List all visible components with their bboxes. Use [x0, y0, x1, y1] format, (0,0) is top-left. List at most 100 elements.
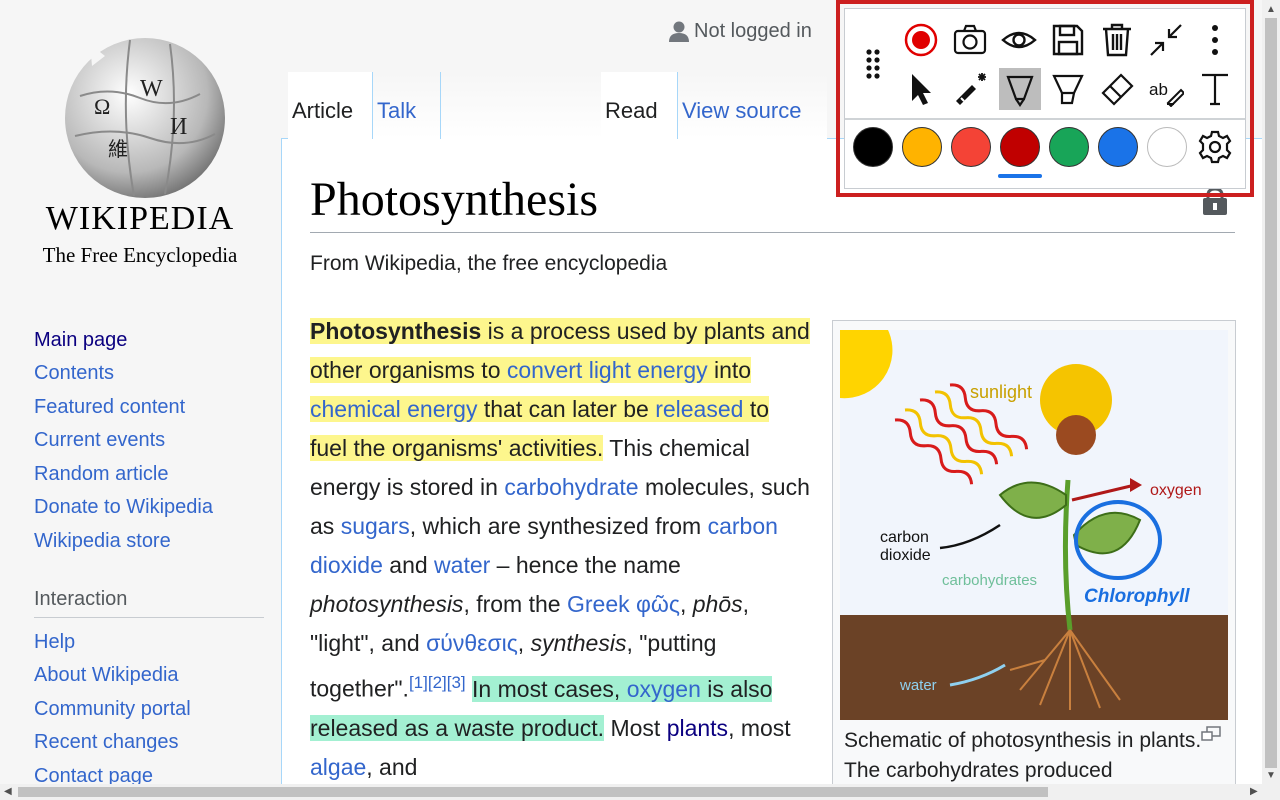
link-released[interactable]: released — [655, 396, 743, 422]
nav-main-page[interactable]: Main page — [34, 329, 127, 352]
enlarge-icon[interactable] — [1200, 726, 1222, 742]
link-convert[interactable]: convert — [507, 357, 582, 383]
link-carbohydrate[interactable]: carbohydrate — [504, 474, 638, 500]
color-swatch-blue[interactable] — [1098, 127, 1138, 167]
vertical-scroll-thumb[interactable] — [1265, 18, 1277, 768]
collapse-icon[interactable] — [1146, 20, 1186, 60]
scroll-right-arrow-icon[interactable]: ▶ — [1250, 786, 1258, 797]
page-title: Photosynthesis — [310, 173, 599, 226]
more-vertical-icon[interactable] — [1195, 20, 1235, 60]
link-light-energy[interactable]: light energy — [589, 357, 708, 383]
wordmark: WIKIPEDIA — [45, 200, 235, 237]
photosynthesis-diagram[interactable]: sunlight oxygen carbon dioxide carbohydr… — [840, 330, 1228, 720]
nav-contents[interactable]: Contents — [34, 362, 114, 385]
text: , from the — [463, 591, 567, 617]
color-swatch-black[interactable] — [853, 127, 893, 167]
text: Most — [604, 714, 667, 741]
text: that can later be — [477, 396, 656, 422]
italic-term: synthesis — [530, 630, 627, 656]
wikipedia-logo[interactable]: Ω W И 維 — [30, 26, 245, 276]
laser-pointer-icon[interactable] — [950, 69, 990, 109]
nav-community-portal[interactable]: Community portal — [34, 698, 191, 721]
highlighter-icon[interactable] — [1048, 69, 1088, 109]
reference-links[interactable]: [1][2][3] — [409, 673, 466, 692]
nav-donate[interactable]: Donate to Wikipedia — [34, 496, 213, 519]
tab-read[interactable]: Read — [601, 72, 677, 139]
text: , most — [728, 714, 791, 741]
tab-talk[interactable]: Talk — [372, 72, 440, 139]
toolbar-divider — [845, 118, 1245, 120]
label-dioxide: dioxide — [880, 547, 931, 564]
label-carbohydrates: carbohydrates — [942, 572, 1037, 589]
color-swatch-white[interactable] — [1147, 127, 1187, 167]
selected-color-indicator — [998, 174, 1042, 178]
toolbar-highlight-frame — [836, 0, 1254, 197]
pen-icon[interactable] — [1000, 69, 1040, 109]
text: , which are synthesized from — [409, 513, 708, 539]
nav-random-article[interactable]: Random article — [34, 463, 169, 486]
scroll-down-arrow-icon[interactable]: ▼ — [1266, 770, 1276, 781]
color-swatch-amber[interactable] — [902, 127, 942, 167]
link-greek[interactable]: Greek — [567, 591, 630, 617]
nav-recent-changes[interactable]: Recent changes — [34, 731, 179, 754]
text-highlight-label: ab — [1149, 80, 1168, 99]
scroll-left-arrow-icon[interactable]: ◀ — [4, 786, 12, 797]
label-sunlight: sunlight — [970, 382, 1032, 402]
italic-term: photosynthesis — [310, 591, 464, 617]
text: into — [707, 357, 752, 383]
text: , — [517, 630, 531, 656]
record-icon[interactable] — [901, 20, 941, 60]
text: , and — [366, 753, 418, 780]
link-chemical-energy[interactable]: chemical energy — [310, 396, 477, 422]
article-tagline: From Wikipedia, the free encyclopedia — [310, 252, 668, 275]
nav-current-events[interactable]: Current events — [34, 429, 165, 452]
scroll-up-arrow-icon[interactable]: ▲ — [1266, 4, 1276, 15]
link-plants[interactable]: plants — [667, 715, 728, 741]
italic-term: phōs — [692, 591, 743, 617]
settings-icon[interactable] — [1195, 127, 1235, 167]
text: – hence the name — [490, 552, 681, 578]
label-chlorophyll: Chlorophyll — [1084, 586, 1190, 607]
text: and — [382, 552, 435, 578]
nav-wikipedia-store[interactable]: Wikipedia store — [34, 530, 171, 553]
title-divider — [310, 232, 1235, 233]
color-swatch-dark-red[interactable] — [1000, 127, 1040, 167]
link-sugars[interactable]: sugars — [341, 513, 410, 539]
tab-view-source[interactable]: View source — [677, 72, 827, 139]
color-swatch-green[interactable] — [1049, 127, 1089, 167]
camera-icon[interactable] — [950, 20, 990, 60]
pointer-icon[interactable] — [901, 69, 941, 109]
svg-text:維: 維 — [108, 138, 128, 161]
drag-handle-icon[interactable] — [853, 44, 893, 84]
tab-spacer — [440, 72, 601, 139]
link-algae[interactable]: algae — [310, 754, 366, 780]
link-phos[interactable]: φῶς — [636, 591, 680, 617]
nav-about[interactable]: About Wikipedia — [34, 664, 179, 687]
label-oxygen: oxygen — [1150, 482, 1202, 499]
link-oxygen[interactable]: oxygen — [627, 676, 701, 702]
interaction-heading: Interaction — [34, 588, 128, 610]
eraser-icon[interactable] — [1097, 69, 1137, 109]
eye-icon[interactable] — [999, 20, 1039, 60]
text: In most cases, — [472, 675, 627, 702]
save-icon[interactable] — [1048, 20, 1088, 60]
label-carbon: carbon — [880, 529, 929, 546]
globe-icon: Ω W И 維 — [65, 38, 225, 198]
horizontal-scroll-thumb[interactable] — [18, 787, 1048, 797]
article-lead-paragraph: Photosynthesis is a process used by plan… — [310, 312, 810, 787]
text-highlight-icon[interactable]: ab — [1146, 69, 1186, 109]
trash-icon[interactable] — [1097, 20, 1137, 60]
nav-help[interactable]: Help — [34, 631, 75, 654]
bold-term: Photosynthesis — [310, 318, 482, 344]
text-tool-icon[interactable] — [1195, 69, 1235, 109]
color-swatch-red[interactable] — [951, 127, 991, 167]
svg-text:W: W — [140, 76, 163, 102]
divider — [34, 617, 264, 618]
user-status: Not logged in — [694, 20, 812, 42]
link-water[interactable]: water — [434, 552, 490, 578]
logo-tagline: The Free Encyclopedia — [42, 243, 238, 267]
tab-article[interactable]: Article — [288, 72, 372, 139]
nav-featured-content[interactable]: Featured content — [34, 396, 185, 419]
user-icon — [668, 20, 690, 42]
link-synthesis-greek[interactable]: σύνθεσις — [426, 630, 518, 656]
